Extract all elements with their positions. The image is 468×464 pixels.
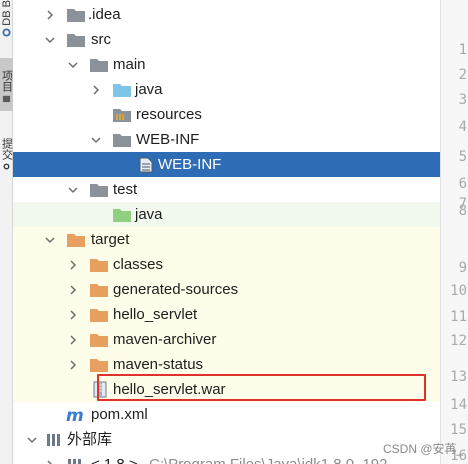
database-tool-tab[interactable]: DB B: [0, 0, 13, 39]
chevron-down-icon[interactable]: [26, 434, 38, 446]
database-icon: [2, 28, 11, 37]
folder-gray-icon: [90, 58, 108, 72]
folder-green-icon: [113, 208, 131, 222]
tree-row-label: WEB-INF: [136, 131, 200, 148]
editor-gutter: 1 2 3 4 5 6 7 8 9 10 11 12 13 14 15 16: [440, 0, 468, 464]
tree-row-web-inf-folder[interactable]: WEB-INF: [13, 127, 440, 152]
folder-blue-icon: [113, 83, 131, 97]
folder-gray-icon: [113, 133, 131, 147]
tree-row-resources[interactable]: resources: [13, 102, 440, 127]
tree-row-classes[interactable]: classes: [13, 252, 440, 277]
tree-row-label: java: [135, 81, 163, 98]
line-number: 13: [450, 369, 467, 385]
folder-orange-icon: [90, 333, 108, 347]
chevron-down-icon[interactable]: [67, 184, 79, 196]
tree-row-label: target: [91, 231, 130, 248]
chevron-right-icon[interactable]: [67, 284, 79, 296]
project-folder-icon: [2, 95, 11, 103]
commit-tab-label: 提交: [0, 138, 13, 160]
tree-row-target[interactable]: target: [13, 227, 440, 252]
line-number: 15: [450, 422, 467, 438]
folder-gray-icon: [67, 8, 85, 22]
tree-row-java-main[interactable]: java: [13, 77, 440, 102]
tool-window-strip: DB B 项目 提交: [0, 0, 13, 464]
folder-gray-icon: [90, 183, 108, 197]
folder-gray-icon: [67, 33, 85, 47]
chevron-right-icon[interactable]: [67, 359, 79, 371]
file-icon: [139, 157, 153, 172]
chevron-down-icon[interactable]: [90, 134, 102, 146]
line-number: 10: [450, 283, 467, 299]
tree-row-label: pom.xml: [91, 406, 148, 423]
tree-row-label: resources: [136, 106, 202, 123]
line-number: 6: [458, 176, 467, 192]
tree-row-maven-archiver[interactable]: maven-archiver: [13, 327, 440, 352]
tree-row-generated-sources[interactable]: generated-sources: [13, 277, 440, 302]
tree-row-main[interactable]: main: [13, 52, 440, 77]
tree-row-label: classes: [113, 256, 164, 273]
folder-orange-icon: [67, 233, 85, 247]
chevron-right-icon[interactable]: [67, 334, 79, 346]
tree-row-external-libraries[interactable]: 外部库: [13, 427, 440, 452]
folder-orange-icon: [90, 258, 108, 272]
tree-row-pom-xml[interactable]: m pom.xml: [13, 402, 440, 427]
tree-row-label: java: [135, 206, 163, 223]
line-number: 4: [458, 119, 467, 135]
line-number: 8: [458, 203, 467, 219]
line-number: 14: [450, 397, 467, 413]
line-number: 5: [458, 149, 467, 165]
line-number: 9: [458, 260, 467, 276]
tree-row-label: 外部库: [67, 431, 113, 448]
folder-orange-icon: [90, 283, 108, 297]
chevron-right-icon[interactable]: [67, 259, 79, 271]
tree-row-label: .idea: [88, 6, 121, 23]
tree-row-java-test[interactable]: java: [13, 202, 440, 227]
database-tab-label: DB B: [0, 0, 13, 26]
library-icon: [47, 433, 60, 446]
tree-row-test[interactable]: test: [13, 177, 440, 202]
tree-row-label: hello_servlet: [113, 306, 198, 323]
folder-orange-icon: [90, 358, 108, 372]
commit-tool-tab[interactable]: 提交: [0, 138, 13, 173]
chevron-right-icon[interactable]: [67, 309, 79, 321]
tree-row-label: < 1.8 >: [91, 452, 138, 464]
project-tab-label: 项目: [0, 70, 13, 92]
line-number: 11: [450, 309, 467, 325]
chevron-down-icon[interactable]: [67, 59, 79, 71]
tree-row-label: maven-archiver: [113, 331, 217, 348]
tree-row-label: generated-sources: [113, 281, 239, 298]
line-number: 3: [458, 92, 467, 108]
tree-row-src[interactable]: src: [13, 27, 440, 52]
tree-row-label: src: [91, 31, 111, 48]
chevron-down-icon[interactable]: [44, 234, 56, 246]
tree-row-jdk[interactable]: < 1.8 > C:\Program Files\Java\jdk1.8.0_1…: [13, 452, 440, 464]
tree-row-hello-servlet[interactable]: hello_servlet: [13, 302, 440, 327]
line-number: 2: [458, 67, 467, 83]
commit-icon: [3, 163, 10, 170]
tree-row-label: main: [113, 56, 146, 73]
tree-row-label: test: [113, 181, 138, 198]
tree-row-idea[interactable]: .idea: [13, 2, 440, 27]
project-tree: .idea src main java resources WEB-INF WE…: [13, 0, 440, 464]
library-icon: [68, 458, 81, 464]
war-highlight-box: [97, 374, 426, 401]
resources-folder-icon: [113, 108, 131, 122]
line-number: 1: [458, 42, 467, 58]
watermark-text: CSDN @安苒_: [383, 442, 464, 456]
svg-text:m: m: [66, 407, 84, 423]
folder-orange-icon: [90, 308, 108, 322]
maven-icon: m: [66, 407, 84, 423]
project-tool-tab[interactable]: 项目: [0, 58, 13, 111]
jdk-path-label: C:\Program Files\Java\jdk1.8.0_192: [149, 452, 387, 464]
line-number: 12: [450, 333, 467, 349]
tree-row-web-inf-file[interactable]: WEB-INF: [13, 152, 440, 177]
chevron-right-icon[interactable]: [44, 459, 56, 464]
chevron-right-icon[interactable]: [44, 9, 56, 21]
chevron-down-icon[interactable]: [44, 34, 56, 46]
tree-row-label: WEB-INF: [158, 156, 222, 173]
chevron-right-icon[interactable]: [90, 84, 102, 96]
